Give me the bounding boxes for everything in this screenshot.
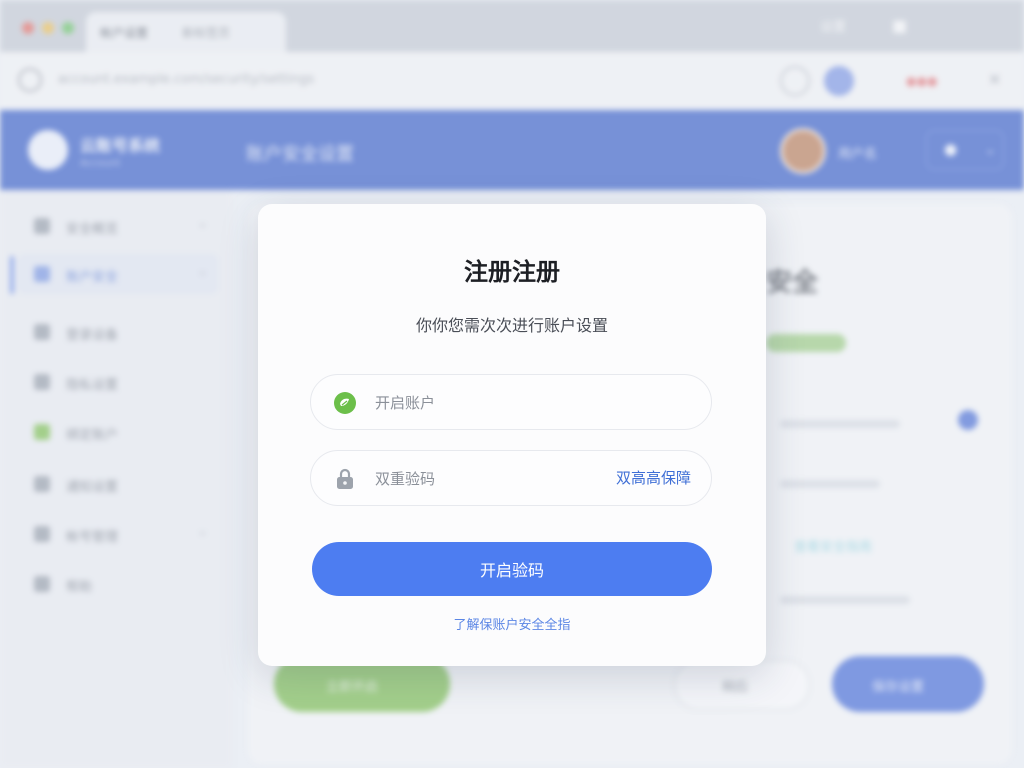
- enhanced-protection-link[interactable]: 双高高保障: [616, 467, 691, 488]
- verification-code-field[interactable]: 双高高保障: [310, 450, 712, 506]
- enable-verification-button[interactable]: 开启验码: [312, 542, 712, 596]
- two-factor-dialog: 注册注册 你你您需次次进行账户设置 双高高保障 开启验码 了解保账户安全全指: [258, 204, 766, 666]
- account-input[interactable]: [373, 389, 597, 417]
- dialog-title: 注册注册: [464, 258, 560, 286]
- account-field[interactable]: [310, 374, 712, 430]
- verification-code-input[interactable]: [373, 465, 597, 493]
- dialog-subtitle: 你你您需次次进行账户设置: [415, 316, 608, 335]
- security-guide-link[interactable]: 了解保账户安全全指: [258, 614, 766, 633]
- lock-icon: [337, 468, 353, 489]
- account-leaf-icon: [334, 392, 356, 414]
